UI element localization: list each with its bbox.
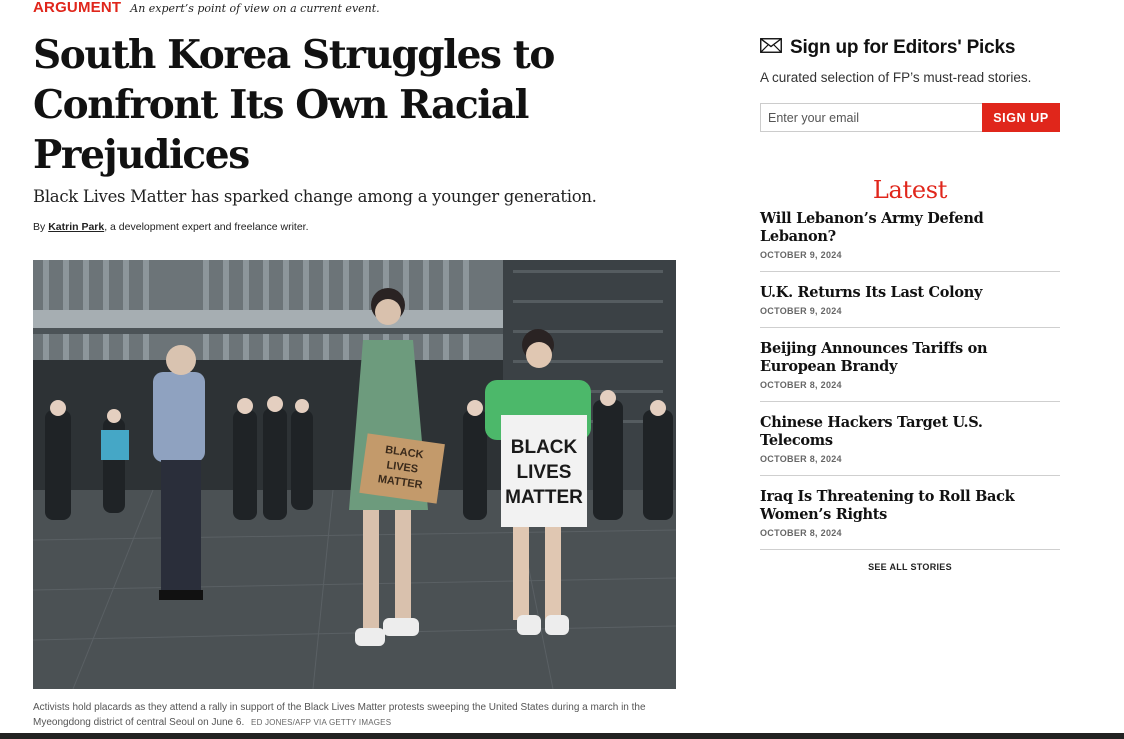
- story-title-link[interactable]: Beijing Announces Tariffs on European Br…: [760, 340, 1060, 376]
- story-title-link[interactable]: Chinese Hackers Target U.S. Telecoms: [760, 414, 1060, 450]
- email-input[interactable]: [760, 103, 982, 132]
- newsletter-title: Sign up for Editors' Picks: [790, 37, 1016, 58]
- article-dek: Black Lives Matter has sparked change am…: [33, 187, 597, 206]
- see-all-stories-link[interactable]: SEE ALL STORIES: [760, 562, 1060, 572]
- sign-up-button[interactable]: SIGN UP: [982, 103, 1060, 132]
- article-photo: BLACK LIVES MATTER BLACK LIVES MATTER: [33, 260, 676, 689]
- story-date: OCTOBER 8, 2024: [760, 528, 842, 538]
- protest-photo-illustration: BLACK LIVES MATTER BLACK LIVES MATTER: [33, 260, 676, 689]
- byline: By Katrin Park, a development expert and…: [33, 221, 693, 233]
- bottom-bar: [0, 733, 1124, 739]
- latest-heading: Latest: [872, 176, 948, 204]
- story-item: Iraq Is Threatening to Roll Back Women’s…: [760, 476, 1060, 550]
- story-date: OCTOBER 8, 2024: [760, 380, 842, 390]
- story-title-link[interactable]: U.K. Returns Its Last Colony: [760, 284, 1060, 302]
- story-date: OCTOBER 8, 2024: [760, 454, 842, 464]
- story-title-link[interactable]: Iraq Is Threatening to Roll Back Women’s…: [760, 488, 1060, 524]
- kicker-description: An expert’s point of view on a current e…: [130, 2, 380, 15]
- story-title-link[interactable]: Will Lebanon’s Army Defend Lebanon?: [760, 210, 1060, 246]
- newsletter-form: SIGN UP: [760, 103, 1060, 132]
- section-kicker[interactable]: ARGUMENT: [33, 0, 121, 16]
- byline-prefix: By: [33, 221, 46, 233]
- story-item: Will Lebanon’s Army Defend Lebanon? OCTO…: [760, 210, 1060, 272]
- kicker-row: ARGUMENT An expert’s point of view on a …: [33, 0, 693, 19]
- author-link[interactable]: Katrin Park: [48, 221, 104, 233]
- sidebar: Sign up for Editors' Picks A curated sel…: [760, 0, 1060, 572]
- story-date: OCTOBER 9, 2024: [760, 250, 842, 260]
- envelope-icon: [760, 38, 782, 58]
- article-headline: South Korea Struggles to Confront Its Ow…: [33, 32, 555, 178]
- byline-suffix: , a development expert and freelance wri…: [104, 221, 309, 233]
- photo-credit: ED JONES/AFP VIA GETTY IMAGES: [251, 718, 392, 727]
- story-item: Chinese Hackers Target U.S. Telecoms OCT…: [760, 402, 1060, 476]
- latest-story-list: Will Lebanon’s Army Defend Lebanon? OCTO…: [760, 210, 1060, 550]
- right-placard-line-2: LIVES: [517, 462, 572, 483]
- right-placard-line-1: BLACK: [511, 437, 578, 458]
- right-placard-line-3: MATTER: [505, 487, 583, 508]
- story-item: Beijing Announces Tariffs on European Br…: [760, 328, 1060, 402]
- newsletter-description: A curated selection of FP’s must-read st…: [760, 70, 1032, 85]
- newsletter-title-row: Sign up for Editors' Picks: [760, 37, 1060, 59]
- article-column: ARGUMENT An expert’s point of view on a …: [33, 0, 693, 728]
- story-item: U.K. Returns Its Last Colony OCTOBER 9, …: [760, 272, 1060, 328]
- story-date: OCTOBER 9, 2024: [760, 306, 842, 316]
- photo-caption: Activists hold placards as they attend a…: [33, 700, 683, 730]
